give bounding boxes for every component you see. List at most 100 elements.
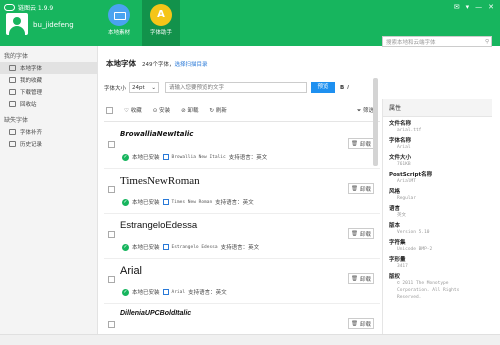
sidebar-group-missing-fonts: 缺失字体 bbox=[4, 117, 29, 124]
sidebar-item-downloads[interactable]: 下载管理 bbox=[0, 86, 97, 98]
sidebar-group-my-fonts: 我的字体 bbox=[4, 53, 29, 60]
font-name: DilleniaUPCBoldItalic bbox=[120, 310, 192, 317]
uninstall-button[interactable]: 🗑 卸载 bbox=[348, 273, 374, 284]
window-controls: ✉ ▾ — ✕ bbox=[454, 3, 494, 11]
prop-value: Unicode BMP-2 bbox=[397, 247, 433, 252]
row-checkbox[interactable] bbox=[108, 231, 115, 238]
font-row[interactable]: BrowalliaNewItalic ✓ 本地已安装 Browallia New… bbox=[104, 125, 380, 169]
prop-label: 版本 bbox=[389, 223, 401, 229]
app-logo: 链图云 1.9.9 bbox=[4, 3, 53, 12]
select-all-checkbox[interactable] bbox=[106, 106, 113, 114]
font-name: TimesNewRoman bbox=[120, 175, 200, 187]
actions-bar: ♡ 收藏 ⊙ 安装 ⊘ 卸载 ↻ 刷新 ⏷ 筛选 bbox=[106, 105, 374, 115]
uninstall-action[interactable]: ⊘ 卸载 bbox=[181, 106, 198, 114]
properties-title: 属性 bbox=[383, 99, 492, 117]
font-size-select[interactable]: 24pt ⌄ bbox=[129, 82, 160, 93]
minimize-icon[interactable]: — bbox=[475, 3, 482, 11]
tab-label: 本地素材 bbox=[107, 30, 130, 36]
font-name: EstrangeloEdessa bbox=[120, 220, 198, 231]
sidebar-item-label: 下载管理 bbox=[20, 90, 43, 96]
prop-label: 版权 bbox=[389, 274, 401, 280]
tab-local-materials[interactable]: 本地素材 bbox=[100, 0, 138, 46]
uninstall-button[interactable]: 🗑 卸载 bbox=[348, 183, 374, 194]
bold-toggle[interactable]: B bbox=[340, 85, 344, 91]
install-action[interactable]: ⊙ 安装 bbox=[153, 106, 170, 114]
trash-icon: 🗑 bbox=[351, 230, 358, 237]
trash-icon: 🗑 bbox=[351, 140, 358, 147]
search-input[interactable]: 搜索本地和云端字体 ⚲ bbox=[382, 36, 492, 47]
font-meta: ✓ 本地已安装 Arial 支持语言：英文 bbox=[122, 288, 227, 296]
prop-label: 文件大小 bbox=[389, 155, 412, 161]
search-icon[interactable]: ⚲ bbox=[485, 39, 489, 45]
row-checkbox[interactable] bbox=[108, 276, 115, 283]
monitor-icon bbox=[9, 65, 16, 71]
font-file-icon bbox=[162, 154, 169, 160]
prop-value: Version 5.10 bbox=[397, 230, 430, 235]
sidebar-item-fill-fonts[interactable]: 字体补齐 bbox=[0, 126, 97, 138]
font-file-icon bbox=[162, 199, 169, 205]
row-checkbox[interactable] bbox=[108, 321, 115, 328]
page-title: 本地字体 bbox=[106, 59, 136, 68]
uninstall-button[interactable]: 🗑 卸载 bbox=[348, 228, 374, 239]
prop-label: 文件名称 bbox=[389, 121, 412, 127]
sidebar-item-label: 我的收藏 bbox=[20, 78, 43, 84]
row-checkbox[interactable] bbox=[108, 186, 115, 193]
tab-label: 字体助手 bbox=[149, 30, 172, 36]
sidebar-item-label: 字体补齐 bbox=[20, 130, 43, 136]
prop-label: 字形量 bbox=[389, 257, 406, 263]
scrollbar[interactable] bbox=[373, 78, 378, 166]
font-meta: ✓ 本地已安装 Times New Roman 支持语言：英文 bbox=[122, 198, 254, 206]
italic-toggle[interactable]: I bbox=[347, 85, 349, 91]
font-row[interactable]: Arial ✓ 本地已安装 Arial 支持语言：英文 🗑 卸载 bbox=[104, 260, 380, 304]
check-icon: ✓ bbox=[122, 153, 129, 161]
favorite-action[interactable]: ♡ 收藏 bbox=[124, 106, 142, 114]
monitor-icon bbox=[108, 4, 130, 26]
sidebar-item-favorites[interactable]: 我的收藏 bbox=[0, 74, 97, 86]
size-label: 字体大小 bbox=[104, 85, 127, 92]
trash-icon: 🗑 bbox=[351, 275, 358, 282]
close-icon[interactable]: ✕ bbox=[488, 3, 494, 11]
prop-label: 风格 bbox=[389, 189, 401, 195]
properties-panel: 属性 文件名称 arial.ttf 字体名称 Arial 文件大小 761KB … bbox=[382, 99, 492, 334]
row-checkbox[interactable] bbox=[108, 141, 115, 148]
chevron-down-icon: ⌄ bbox=[151, 84, 157, 91]
prop-label: 语言 bbox=[389, 206, 401, 212]
preview-text-input[interactable] bbox=[165, 82, 308, 93]
font-name: BrowalliaNewItalic bbox=[120, 130, 194, 138]
avatar[interactable] bbox=[6, 13, 28, 35]
preview-button[interactable]: 预览 bbox=[311, 82, 336, 93]
mail-icon[interactable]: ✉ bbox=[454, 3, 460, 11]
history-icon bbox=[9, 141, 16, 147]
username[interactable]: bu_jidefeng bbox=[33, 21, 74, 29]
prop-value: 3417 bbox=[397, 264, 408, 269]
font-file-icon bbox=[162, 244, 169, 250]
prop-value: Arial bbox=[397, 145, 411, 150]
preview-toolbar: 字体大小 24pt ⌄ 预览 B I bbox=[104, 82, 382, 93]
uninstall-button[interactable]: 🗑 卸载 bbox=[348, 318, 374, 329]
scan-directory-link[interactable]: 选择扫描目录 bbox=[175, 60, 208, 68]
font-assistant-icon: A bbox=[150, 4, 172, 26]
sidebar-item-history[interactable]: 历史记录 bbox=[0, 138, 97, 150]
filter-action[interactable]: ⏷ 筛选 bbox=[357, 106, 374, 115]
title-row: 本地字体 249个字体， 选择扫描目录 bbox=[106, 58, 208, 69]
prop-label: 字符集 bbox=[389, 240, 406, 246]
font-row[interactable]: TimesNewRoman ✓ 本地已安装 Times New Roman 支持… bbox=[104, 170, 380, 214]
prop-value: 761KB bbox=[397, 162, 411, 167]
sidebar-item-recycle[interactable]: 回收站 bbox=[0, 98, 97, 110]
check-icon: ✓ bbox=[122, 288, 129, 296]
refresh-action[interactable]: ↻ 刷新 bbox=[209, 106, 226, 114]
check-icon: ✓ bbox=[122, 198, 129, 206]
app-title: 链图云 1.9.9 bbox=[18, 5, 54, 12]
tab-font-assistant[interactable]: A 字体助手 bbox=[142, 0, 180, 46]
uninstall-button[interactable]: 🗑 卸载 bbox=[348, 138, 374, 149]
trash-icon: 🗑 bbox=[351, 320, 358, 327]
heart-icon bbox=[9, 77, 16, 83]
font-meta: ✓ 本地已安装 Browallia New Italic 支持语言：英文 bbox=[122, 153, 268, 161]
sidebar-item-local-fonts[interactable]: 本地字体 bbox=[0, 62, 97, 74]
download-icon bbox=[9, 89, 16, 95]
menu-icon[interactable]: ▾ bbox=[466, 3, 470, 11]
font-row[interactable]: EstrangeloEdessa ✓ 本地已安装 Estrangelo Edes… bbox=[104, 215, 380, 259]
prop-value: © 2011 The Monotype Corporation. All Rig… bbox=[397, 281, 460, 300]
trash-icon bbox=[9, 101, 16, 107]
font-count: 249个字体， bbox=[142, 62, 175, 68]
